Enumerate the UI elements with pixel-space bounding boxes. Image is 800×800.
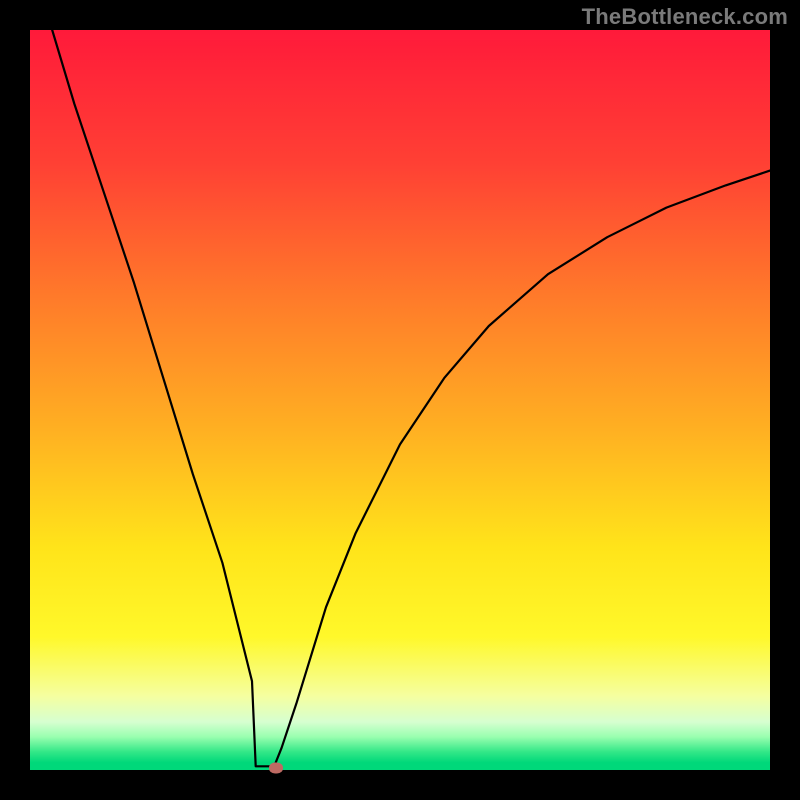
bottleneck-curve [30,30,770,770]
chart-frame: TheBottleneck.com [0,0,800,800]
watermark-text: TheBottleneck.com [582,4,788,30]
plot-area [30,30,770,770]
optimal-point-marker [269,763,283,774]
